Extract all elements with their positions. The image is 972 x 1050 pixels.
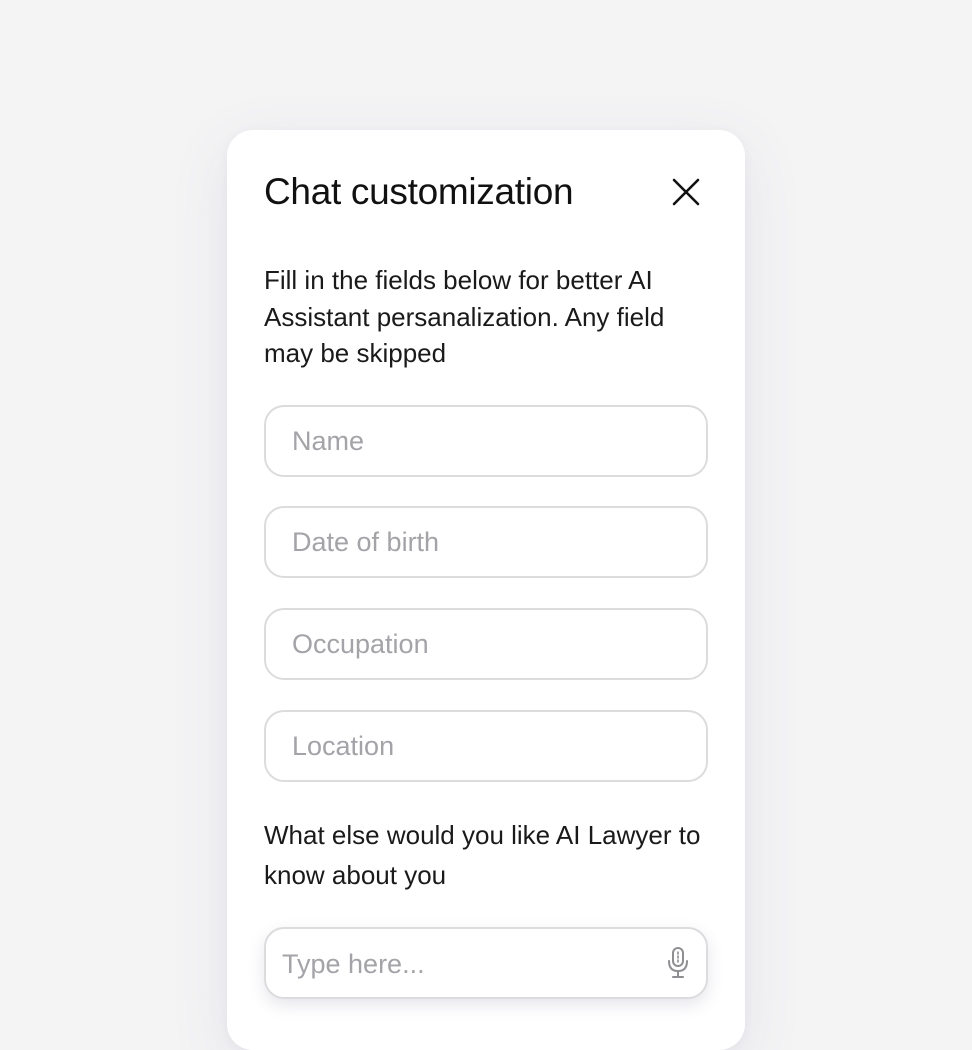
date-of-birth-input[interactable] (264, 506, 708, 578)
chat-customization-dialog: Chat customization Fill in the fields be… (227, 130, 745, 1050)
name-input[interactable] (264, 405, 708, 477)
about-input[interactable] (280, 929, 644, 999)
occupation-input[interactable] (264, 608, 708, 680)
close-icon (672, 178, 700, 206)
microphone-icon (668, 947, 688, 978)
microphone-button[interactable] (661, 943, 695, 983)
close-button[interactable] (664, 172, 708, 212)
location-input[interactable] (264, 710, 708, 782)
about-question: What else would you like AI Lawyer to kn… (264, 820, 701, 890)
intro-text: Fill in the fields below for better AI A… (264, 265, 665, 368)
about-input-container (264, 927, 708, 999)
dialog-title: Chat customization (264, 171, 574, 212)
